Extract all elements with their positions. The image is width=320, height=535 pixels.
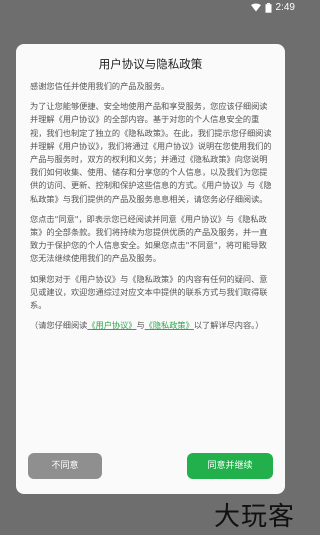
- dialog-content: 感谢您信任并使用我们的产品及服务。 为了让您能够便捷、安全地使用产品和享受服务，…: [30, 80, 273, 339]
- status-icons: 2:49: [250, 2, 295, 13]
- paragraph-consent: 您点击"同意"，即表示您已经阅读并同意《用户协议》与《隐私政策》的全部条款。我们…: [30, 213, 268, 264]
- disagree-button[interactable]: 不同意: [28, 453, 102, 479]
- paragraph-contact: 如果您对于《用户协议》与《隐私政策》的内容有任何的疑问、意见或建议，欢迎您通综过…: [30, 273, 268, 311]
- read-links-suffix: 以了解详尽内容。）: [193, 320, 264, 331]
- paragraph-read-links: （请您仔细阅读《用户协议》与《隐私政策》以了解详尽内容。）: [30, 319, 273, 332]
- dialog-title: 用户协议与隐私政策: [98, 57, 203, 71]
- wifi-icon: [250, 3, 261, 12]
- paragraph-agreement-overview: 为了让您能够便捷、安全地使用产品和享受服务，您应该仔细阅读并理解《用户协议》的全…: [30, 101, 272, 204]
- user-agreement-link[interactable]: 《用户协议》: [87, 320, 136, 330]
- status-bar: 2:49: [0, 0, 301, 16]
- read-links-prefix: （请您仔细阅读: [30, 320, 88, 331]
- agree-continue-button[interactable]: 同意并继续: [187, 453, 273, 479]
- watermark: 大玩客: [213, 502, 295, 532]
- privacy-dialog: 用户协议与隐私政策 感谢您信任并使用我们的产品及服务。 为了让您能够便捷、安全地…: [16, 44, 285, 494]
- status-time: 2:49: [275, 2, 295, 13]
- read-links-mid: 与: [136, 320, 145, 331]
- privacy-policy-link[interactable]: 《隐私政策》: [145, 320, 194, 330]
- paragraph-intro: 感谢您信任并使用我们的产品及服务。: [30, 81, 170, 91]
- battery-icon: [265, 2, 272, 13]
